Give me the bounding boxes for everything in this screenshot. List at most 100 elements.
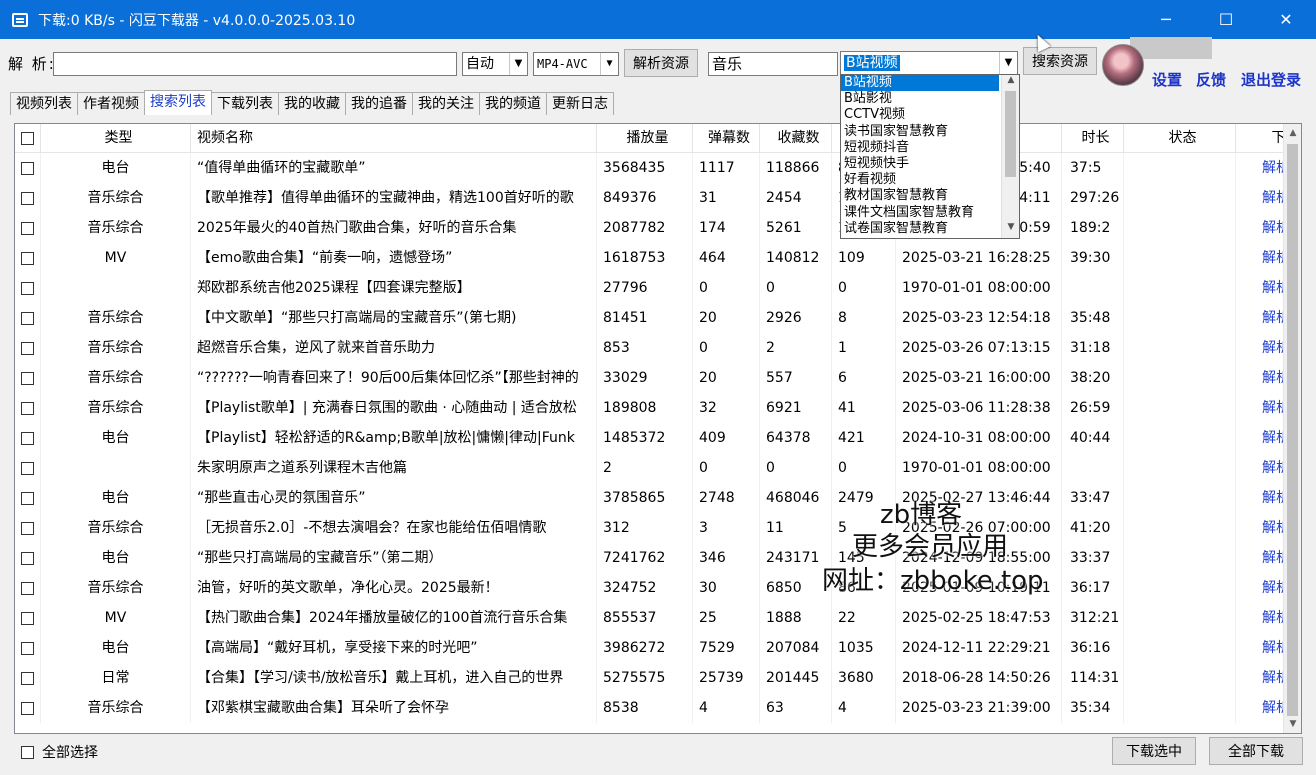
column-header[interactable]: 视频名称 (191, 124, 597, 153)
dropdown-option[interactable]: 读书国家智慧教育 (841, 124, 1019, 140)
tab-4[interactable]: 我的收藏 (278, 92, 346, 115)
dropdown-option[interactable]: 试卷国家智慧教育 (841, 221, 1019, 237)
dropdown-option[interactable]: 短视频抖音 (841, 140, 1019, 156)
scroll-down-icon[interactable]: ▼ (1002, 222, 1019, 238)
tab-8[interactable]: 更新日志 (546, 92, 614, 115)
scrollbar-thumb[interactable] (1287, 144, 1298, 716)
tab-0[interactable]: 视频列表 (10, 92, 78, 115)
table-row[interactable]: 电台 【Playlist】轻松舒适的R&amp;B歌单|放松|慵懒|律动|Funk… (15, 423, 1301, 453)
tab-5[interactable]: 我的追番 (345, 92, 413, 115)
table-row[interactable]: 电台“值得单曲循环的宝藏歌单”356843511171188668382025-… (15, 153, 1301, 183)
select-all-checkbox[interactable] (21, 745, 34, 759)
quality-select[interactable]: 自动 ▼ (462, 52, 528, 76)
cell-status (1124, 243, 1236, 273)
logout-link[interactable]: 退出登录 (1241, 69, 1301, 90)
table-row[interactable]: 日常 【合集】【学习/读书/放松音乐】戴上耳机，进入自己的世界 5275575 257… (15, 663, 1301, 693)
table-row[interactable]: 音乐综合 ［无损音乐2.0］-不想去演唱会？在家也能给伍佰唱情歌 312 3 11 5 20… (15, 513, 1301, 543)
tab-3[interactable]: 下载列表 (211, 92, 279, 115)
table-row[interactable]: 音乐综合 “??????一响青春回来了！90后00后集体回忆杀”【那些封神的 330… (15, 363, 1301, 393)
source-select[interactable]: B站视频 ▼ (840, 51, 1018, 75)
row-checkbox[interactable] (21, 521, 34, 535)
table-row[interactable]: MV 【热门歌曲合集】2024年播放量破亿的100首流行音乐合集 855537 25 1… (15, 603, 1301, 633)
format-select[interactable]: MP4-AVC ▼ (533, 52, 619, 76)
dropdown-option[interactable]: CCTV视频 (841, 107, 1019, 123)
table-row[interactable]: 电台 “那些只打高端局的宝藏音乐”（第二期） 7241762 346 243171 145… (15, 543, 1301, 573)
dropdown-option[interactable]: B站视频 (841, 75, 999, 92)
parse-url-input[interactable] (53, 52, 457, 76)
row-checkbox[interactable] (21, 551, 34, 565)
table-row[interactable]: 音乐综合 2025年最火的40首热门歌曲合集，好听的音乐合集 2087782 174 5… (15, 213, 1301, 243)
table-row[interactable]: 音乐综合 油管，好听的英文歌单，净化心灵。2025最新！ 324752 30 6850 8… (15, 573, 1301, 603)
chevron-down-icon[interactable]: ▼ (600, 53, 618, 75)
column-header[interactable]: 类型 (41, 124, 191, 153)
table-row[interactable]: 电台 【高端局】“戴好耳机，享受接下来的时光吧” 3986272 7529 207084… (15, 633, 1301, 663)
column-header[interactable]: 时长 (1062, 124, 1124, 153)
table-row[interactable]: 音乐综合 【中文歌单】“那些只打高端局的宝藏音乐”(第七期) 81451 20 2926… (15, 303, 1301, 333)
download-selected-button[interactable]: 下载选中 (1112, 737, 1196, 765)
tab-1[interactable]: 作者视频 (77, 92, 145, 115)
tab-2[interactable]: 搜索列表 (144, 90, 212, 115)
cell-time: 2018-06-28 14:50:26 (896, 663, 1062, 693)
row-checkbox[interactable] (21, 341, 34, 355)
table-row[interactable]: 郑欧郡系统吉他2025课程【四套课完整版】 27796 0 0 0 1970-01-01 … (15, 273, 1301, 303)
table-row[interactable]: 音乐综合 【歌单推荐】值得单曲循环的宝藏神曲，精选100首好听的歌 849376 31… (15, 183, 1301, 213)
table-row[interactable]: 朱家明原声之道系列课程木吉他篇 2 0 0 0 1970-01-01 08:00:00 解析… (15, 453, 1301, 483)
parse-resource-button[interactable]: 解析资源 (624, 49, 698, 77)
dropdown-option[interactable]: 教材国家智慧教育 (841, 188, 1019, 204)
download-all-button[interactable]: 全部下载 (1209, 737, 1303, 765)
dropdown-scrollbar[interactable]: ▲ ▼ (1001, 75, 1019, 238)
row-checkbox[interactable] (21, 281, 34, 295)
row-checkbox[interactable] (21, 431, 34, 445)
search-keyword-input[interactable]: 音乐 (708, 52, 838, 76)
settings-link[interactable]: 设置 (1152, 69, 1182, 90)
scrollbar-thumb[interactable] (1005, 91, 1016, 177)
minimize-icon[interactable]: ─ (1136, 0, 1196, 39)
row-checkbox[interactable] (21, 581, 34, 595)
row-checkbox[interactable] (21, 251, 34, 265)
dropdown-option[interactable]: B站影视 (841, 91, 1019, 107)
row-checkbox[interactable] (21, 641, 34, 655)
tab-7[interactable]: 我的频道 (479, 92, 547, 115)
tab-6[interactable]: 我的关注 (412, 92, 480, 115)
row-checkbox-cell (15, 303, 41, 333)
chevron-down-icon[interactable]: ▼ (509, 53, 527, 75)
row-checkbox[interactable] (21, 611, 34, 625)
dropdown-option[interactable]: 好看视频 (841, 172, 1019, 188)
close-icon[interactable]: ✕ (1256, 0, 1316, 39)
column-header[interactable]: 播放量 (597, 124, 693, 153)
scroll-up-icon[interactable]: ▲ (1002, 75, 1019, 91)
feedback-link[interactable]: 反馈 (1196, 69, 1226, 90)
row-checkbox[interactable] (21, 371, 34, 385)
column-header[interactable]: 状态 (1124, 124, 1236, 153)
row-checkbox-cell (15, 453, 41, 483)
chevron-down-icon[interactable]: ▼ (999, 52, 1017, 74)
column-header[interactable]: 收藏数 (760, 124, 832, 153)
column-header[interactable]: 弹幕数 (693, 124, 760, 153)
row-checkbox[interactable] (21, 221, 34, 235)
dropdown-option[interactable]: 课件文档国家智慧教育 (841, 205, 1019, 221)
search-resource-button[interactable]: 搜索资源 (1023, 47, 1097, 75)
row-checkbox[interactable] (21, 461, 34, 475)
scroll-down-icon[interactable]: ▼ (1284, 715, 1301, 733)
row-checkbox[interactable] (21, 401, 34, 415)
table-row[interactable]: 音乐综合 【Playlist歌单】| 充满春日氛围的歌曲 · 心随曲动 | 适合放… (15, 393, 1301, 423)
dropdown-option[interactable]: 短视频快手 (841, 156, 1019, 172)
row-checkbox[interactable] (21, 191, 34, 205)
table-row[interactable]: 音乐综合 超燃音乐合集，逆风了就来首音乐助力 853 0 2 1 2025-03-26 07… (15, 333, 1301, 363)
select-all[interactable]: 全部选择 (21, 742, 98, 762)
table-row[interactable]: 音乐综合 【邓紫棋宝藏歌曲合集】耳朵听了会怀孕 8538 4 63 4 2025-03-23… (15, 693, 1301, 723)
row-checkbox[interactable] (21, 701, 34, 715)
table-row[interactable]: MV 【emo歌曲合集】“前奏一响，遗憾登场” 1618753 464 140812 10… (15, 243, 1301, 273)
table-scrollbar[interactable]: ▲ ▼ (1283, 124, 1301, 733)
row-checkbox[interactable] (21, 491, 34, 505)
header-checkbox[interactable] (21, 132, 34, 145)
row-checkbox[interactable] (21, 671, 34, 685)
scroll-up-icon[interactable]: ▲ (1284, 124, 1301, 142)
cell-name: 2025年最火的40首热门歌曲合集，好听的音乐合集 (191, 213, 597, 243)
column-header[interactable] (15, 124, 41, 153)
avatar[interactable] (1102, 44, 1144, 86)
row-checkbox[interactable] (21, 311, 34, 325)
maximize-icon[interactable]: ☐ (1196, 0, 1256, 39)
row-checkbox[interactable] (21, 161, 34, 175)
table-row[interactable]: 电台 “那些直击心灵的氛围音乐” 3785865 2748 468046 2479 2025… (15, 483, 1301, 513)
